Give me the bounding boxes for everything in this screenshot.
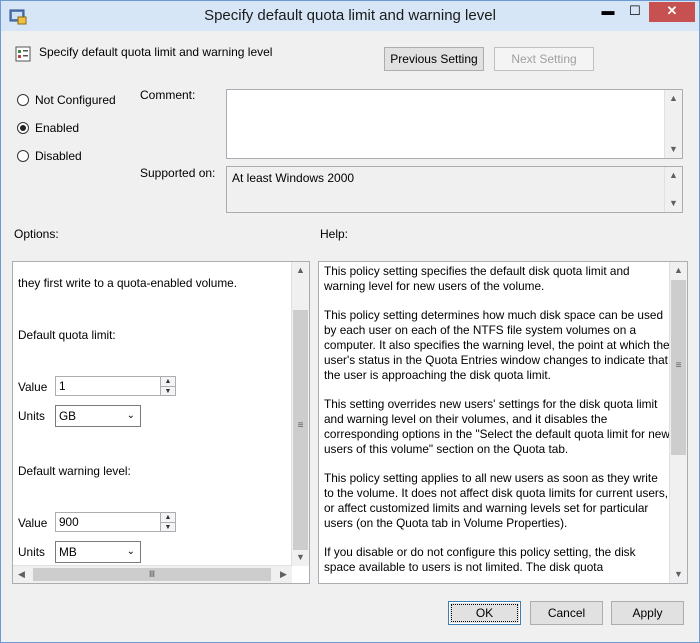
help-text: This policy setting specifies the defaul… [324, 264, 670, 583]
next-setting-button[interactable]: Next Setting [494, 47, 594, 71]
help-panel: This policy setting specifies the defaul… [318, 261, 688, 584]
help-paragraph: This policy setting determines how much … [324, 308, 670, 382]
comment-text [227, 90, 682, 96]
chevron-down-icon: ⌄ [126, 410, 135, 421]
warning-units-label: Units [18, 545, 45, 559]
radio-enabled-indicator[interactable] [17, 122, 29, 134]
quota-stepper-down-icon[interactable]: ▼ [161, 387, 175, 396]
close-button[interactable]: ✕ [649, 2, 695, 22]
warning-units-select[interactable]: MB ⌄ [55, 541, 141, 563]
quota-units-select[interactable]: GB ⌄ [55, 405, 141, 427]
quota-value-stepper[interactable]: ▲ ▼ [160, 376, 176, 396]
help-scroll-down-icon[interactable]: ▼ [670, 566, 687, 583]
options-vertical-scrollbar[interactable]: ▲ ≡ ▼ [291, 262, 309, 566]
supported-scroll-up-icon[interactable]: ▲ [665, 167, 682, 184]
dialog-window: Specify default quota limit and warning … [0, 0, 700, 643]
warning-level-heading: Default warning level: [18, 464, 131, 478]
supported-on-value: At least Windows 2000 [232, 171, 355, 185]
radio-not-configured-indicator[interactable] [17, 94, 29, 106]
supported-scrollbar[interactable]: ▲ ▼ [664, 167, 682, 212]
options-scroll-down-icon[interactable]: ▼ [292, 549, 309, 566]
radio-disabled-indicator[interactable] [17, 150, 29, 162]
comment-scrollbar[interactable]: ▲ ▼ [664, 90, 682, 158]
comment-scroll-down-icon[interactable]: ▼ [665, 141, 682, 158]
cancel-button[interactable]: Cancel [530, 601, 603, 625]
help-label: Help: [320, 227, 349, 241]
help-vertical-scrollbar[interactable]: ▲ ≡ ▼ [669, 262, 687, 583]
chevron-down-icon: ⌄ [126, 546, 135, 557]
warning-stepper-up-icon[interactable]: ▲ [161, 513, 175, 523]
options-hscroll-thumb[interactable]: Ⅲ [33, 568, 271, 581]
supported-on-box: At least Windows 2000 ▲ ▼ [226, 166, 683, 213]
options-panel: they first write to a quota-enabled volu… [12, 261, 310, 584]
quota-stepper-up-icon[interactable]: ▲ [161, 377, 175, 387]
radio-disabled-label: Disabled [35, 149, 82, 163]
maximize-button[interactable]: ☐ [622, 2, 648, 22]
previous-setting-button[interactable]: Previous Setting [384, 47, 484, 71]
warning-value-input[interactable]: 900 [55, 512, 161, 532]
apply-button[interactable]: Apply [611, 601, 684, 625]
quota-value-label: Value [18, 380, 48, 394]
radio-not-configured-label: Not Configured [35, 93, 116, 107]
help-paragraph: This setting overrides new users' settin… [324, 397, 670, 456]
help-scroll-grip-icon: ≡ [675, 360, 682, 371]
quota-units-value: GB [59, 409, 77, 423]
quota-limit-heading: Default quota limit: [18, 328, 116, 342]
help-paragraph: This policy setting applies to all new u… [324, 471, 669, 530]
options-intro-text: they first write to a quota-enabled volu… [18, 276, 238, 290]
comment-textarea[interactable]: ▲ ▼ [226, 89, 683, 159]
comment-label: Comment: [140, 88, 196, 102]
policy-name: Specify default quota limit and warning … [39, 45, 273, 59]
options-scroll-up-icon[interactable]: ▲ [292, 262, 309, 279]
radio-disabled[interactable]: Disabled [17, 148, 82, 164]
help-paragraph: This policy setting specifies the defaul… [324, 264, 630, 293]
radio-enabled[interactable]: Enabled [17, 120, 79, 136]
help-paragraph: If you disable or do not configure this … [324, 545, 636, 574]
radio-enabled-label: Enabled [35, 121, 80, 135]
ok-button[interactable]: OK [448, 601, 521, 625]
title-bar[interactable]: Specify default quota limit and warning … [1, 1, 699, 31]
quota-value-input[interactable]: 1 [55, 376, 161, 396]
options-scroll-left-icon[interactable]: ◀ [13, 566, 30, 583]
options-scroll-grip-icon: ≡ [297, 420, 304, 431]
warning-stepper-down-icon[interactable]: ▼ [161, 523, 175, 532]
options-label: Options: [14, 227, 59, 241]
supported-scroll-down-icon[interactable]: ▼ [665, 195, 682, 212]
supported-on-label: Supported on: [140, 166, 216, 180]
warning-value-label: Value [18, 516, 48, 530]
warning-value-stepper[interactable]: ▲ ▼ [160, 512, 176, 532]
quota-units-label: Units [18, 409, 45, 423]
help-scroll-up-icon[interactable]: ▲ [670, 262, 687, 279]
warning-units-value: MB [59, 545, 77, 559]
options-horizontal-scrollbar[interactable]: ◀ Ⅲ ▶ [13, 565, 292, 583]
options-scroll-right-icon[interactable]: ▶ [275, 566, 292, 583]
minimize-button[interactable]: ▬ [595, 2, 621, 22]
policy-setting-icon [15, 46, 31, 62]
radio-not-configured[interactable]: Not Configured [17, 92, 116, 108]
comment-scroll-up-icon[interactable]: ▲ [665, 90, 682, 107]
